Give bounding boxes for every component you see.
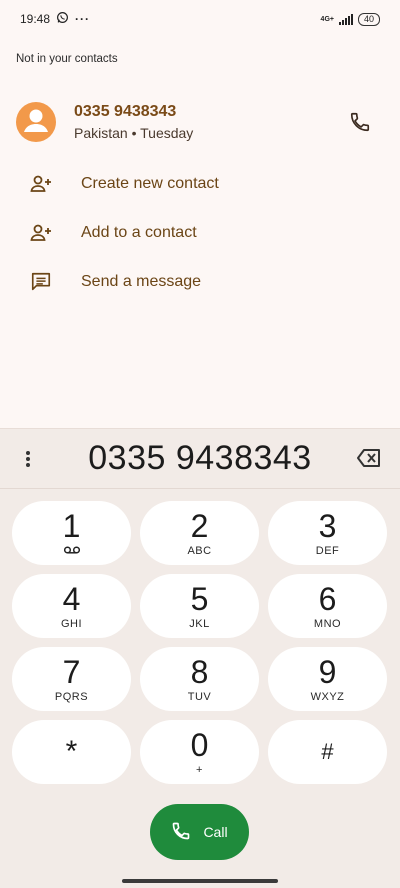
key-7[interactable]: 7 PQRS: [12, 647, 131, 711]
signal-icon: [338, 13, 353, 25]
key-letters: WXYZ: [310, 690, 345, 703]
key-digit: 6: [318, 580, 337, 617]
send-message-button[interactable]: Send a message: [28, 264, 368, 300]
backspace-icon[interactable]: [356, 448, 386, 470]
status-time: 19:48: [20, 12, 51, 26]
whatsapp-icon: [56, 11, 69, 27]
key-letters: MNO: [313, 617, 342, 630]
key-0[interactable]: 0 +: [140, 720, 259, 784]
key-5[interactable]: 5 JKL: [140, 574, 259, 638]
key-digit: 1: [62, 507, 81, 544]
key-letters: GHI: [60, 617, 83, 630]
key-letters: PQRS: [54, 690, 89, 703]
key-8[interactable]: 8 TUV: [140, 647, 259, 711]
send-message-label: Send a message: [81, 273, 202, 290]
key-digit: #: [321, 739, 334, 764]
key-digit: 4: [62, 580, 81, 617]
key-letters: ABC: [187, 544, 212, 557]
key-letters: TUV: [187, 690, 212, 703]
call-button[interactable]: Call: [150, 804, 249, 860]
key-digit: 7: [62, 653, 81, 690]
key-3[interactable]: 3 DEF: [268, 501, 387, 565]
phone-icon[interactable]: [346, 108, 374, 136]
key-2[interactable]: 2 ABC: [140, 501, 259, 565]
avatar: [16, 102, 56, 142]
network-type-label: 4G+: [320, 15, 334, 23]
key-letters: JKL: [189, 617, 210, 630]
person-icon: [24, 109, 48, 132]
message-icon: [28, 269, 54, 295]
key-digit: 5: [190, 580, 209, 617]
caller-number: 0335 9438343: [74, 103, 177, 120]
number-entry-row: 0335 9438343: [0, 429, 400, 489]
create-new-contact-label: Create new contact: [81, 175, 219, 192]
add-to-contact-button[interactable]: Add to a contact: [28, 215, 368, 251]
key-digit: 8: [190, 653, 209, 690]
key-1[interactable]: 1: [12, 501, 131, 565]
create-new-contact-button[interactable]: Create new contact: [28, 166, 368, 202]
key-letters: DEF: [315, 544, 340, 557]
key-star[interactable]: *: [12, 720, 131, 784]
add-to-contact-label: Add to a contact: [81, 224, 197, 241]
key-digit: 9: [318, 653, 337, 690]
dialpad: 0335 9438343 1 2 ABC 3 DEF 4 GHI 5 JKL 6…: [0, 428, 400, 888]
key-digit: 3: [318, 507, 337, 544]
key-4[interactable]: 4 GHI: [12, 574, 131, 638]
not-in-contacts-label: Not in your contacts: [16, 53, 118, 65]
key-9[interactable]: 9 WXYZ: [268, 647, 387, 711]
key-letters: +: [196, 763, 203, 776]
dialed-number[interactable]: 0335 9438343: [0, 439, 400, 478]
navigation-handle[interactable]: [122, 879, 278, 883]
phone-icon: [171, 821, 191, 844]
add-person-icon: [28, 171, 54, 197]
key-digit: 2: [190, 507, 209, 544]
caller-row[interactable]: 0335 9438343 Pakistan • Tuesday: [16, 100, 384, 144]
status-overflow-icon: ···: [75, 12, 91, 26]
add-person-icon: [28, 220, 54, 246]
key-digit: *: [65, 735, 78, 768]
status-bar: 19:48 ··· 4G+ 40: [0, 0, 400, 38]
call-label: Call: [203, 824, 228, 840]
key-digit: 0: [190, 726, 209, 763]
key-hash[interactable]: #: [268, 720, 387, 784]
caller-location-day: Pakistan • Tuesday: [74, 125, 194, 141]
key-6[interactable]: 6 MNO: [268, 574, 387, 638]
voicemail-icon: [63, 545, 80, 557]
battery-icon: 40: [357, 12, 380, 26]
